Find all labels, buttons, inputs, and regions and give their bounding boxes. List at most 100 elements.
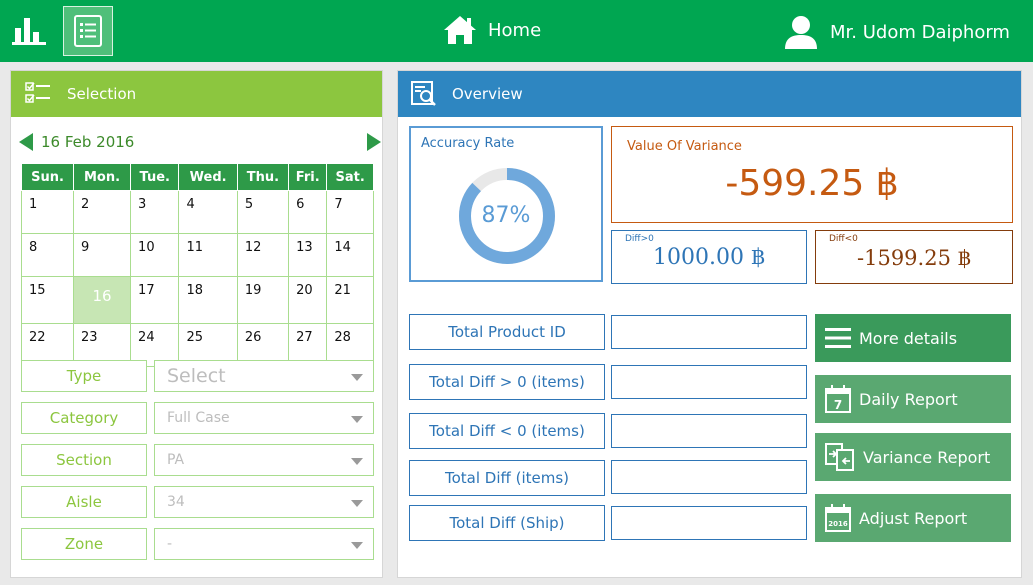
total-diff-positive-label: Total Diff > 0 (items) <box>409 364 605 400</box>
total-diff-items-label: Total Diff (items) <box>409 460 605 496</box>
calendar-day[interactable]: 1 <box>20 190 75 234</box>
variance-report-label: Variance Report <box>863 447 991 467</box>
calendar-day[interactable]: 6 <box>288 190 328 234</box>
diff-positive-value: 1000.00 ฿ <box>653 245 765 270</box>
filter-row-aisle: Aisle 34 <box>21 486 376 518</box>
adjust-report-label: Adjust Report <box>859 508 968 528</box>
menu-icon <box>825 328 851 348</box>
calendar-year-icon-number: 2016 <box>828 520 848 528</box>
user-name: Mr. Udom Daiphorm <box>830 21 1010 43</box>
calendar-day[interactable]: 21 <box>326 276 374 324</box>
weekday-header: Fri. <box>288 163 328 191</box>
transfer-document-icon <box>825 443 854 471</box>
accuracy-rate-card: Accuracy Rate 87% <box>409 126 603 282</box>
section-label: Section <box>21 444 147 476</box>
calendar-day[interactable]: 20 <box>288 276 328 324</box>
calendar-icon-number: 7 <box>834 398 842 412</box>
selection-panel: Selection 16 Feb 2016 Sun. Mon. Tue. Wed. Th… <box>10 70 383 578</box>
accuracy-rate-value: 87% <box>481 203 531 228</box>
chevron-down-icon <box>351 416 363 423</box>
more-details-label: More details <box>859 328 958 348</box>
chevron-down-icon <box>351 500 363 507</box>
total-diff-positive-field <box>611 365 807 399</box>
calendar-day[interactable]: 12 <box>236 233 290 277</box>
aisle-select[interactable]: 34 <box>154 486 374 518</box>
weekday-header: Sun. <box>20 163 75 191</box>
total-product-id-label: Total Product ID <box>409 314 605 350</box>
diff-positive-label: Diff>0 <box>625 234 654 244</box>
type-select[interactable]: Select <box>154 360 374 392</box>
calendar-day[interactable]: 11 <box>178 233 238 277</box>
prev-month-icon[interactable] <box>19 133 33 151</box>
filter-row-category: Category Full Case <box>21 402 376 434</box>
calendar-grid: Sun. Mon. Tue. Wed. Thu. Fri. Sat. 1 2 3 4 5 6 7 8 9 10… <box>20 163 374 367</box>
calendar-day[interactable]: 15 <box>20 276 75 324</box>
chevron-down-icon <box>351 458 363 465</box>
calendar-day[interactable]: 17 <box>130 276 180 324</box>
category-select-value: Full Case <box>167 410 230 426</box>
total-diff-items-field <box>611 460 807 494</box>
more-details-button[interactable]: More details <box>815 314 1011 362</box>
user-menu[interactable]: Mr. Udom Daiphorm <box>784 12 1010 52</box>
calendar-day[interactable]: 8 <box>20 233 75 277</box>
calendar-day[interactable]: 7 <box>326 190 374 234</box>
bar-chart-icon[interactable] <box>8 8 52 52</box>
month-label: 16 Feb 2016 <box>41 133 135 151</box>
calendar-day[interactable]: 19 <box>236 276 290 324</box>
aisle-select-value: 34 <box>167 494 185 510</box>
next-month-icon[interactable] <box>367 133 381 151</box>
calendar-day[interactable]: 10 <box>130 233 180 277</box>
home-link[interactable]: Home <box>442 12 541 48</box>
variance-value: -599.25 ฿ <box>725 163 899 204</box>
daily-report-label: Daily Report <box>859 389 958 409</box>
calendar-week: 8 9 10 11 12 13 14 <box>20 233 374 277</box>
home-label: Home <box>488 19 542 41</box>
daily-report-button[interactable]: 7 Daily Report <box>815 375 1011 423</box>
calendar-day[interactable]: 18 <box>178 276 238 324</box>
value-of-variance-card: Value Of Variance -599.25 ฿ <box>611 126 1013 223</box>
zone-select-value: - <box>167 536 173 552</box>
calendar-day-selected[interactable]: 16 <box>73 276 132 324</box>
calendar-week: 1234567 <box>20 190 374 234</box>
chevron-down-icon <box>351 542 363 549</box>
weekday-header: Thu. <box>236 163 290 191</box>
calendar-week: 15 16 17 18 19 20 21 <box>20 276 374 324</box>
total-diff-negative-label: Total Diff < 0 (items) <box>409 413 605 449</box>
overview-panel: Overview Accuracy Rate 87% Value Of Vari… <box>397 70 1022 578</box>
calendar-icon: 7 <box>825 385 851 413</box>
diff-negative-card: Diff<0 -1599.25 ฿ <box>815 230 1013 284</box>
type-select-value: Select <box>167 365 226 387</box>
total-product-id-field <box>611 315 807 349</box>
calendar-day[interactable]: 5 <box>236 190 290 234</box>
calendar-day[interactable]: 2 <box>73 190 132 234</box>
user-icon <box>785 16 817 49</box>
diff-positive-card: Diff>0 1000.00 ฿ <box>611 230 807 284</box>
overview-header: Overview <box>398 71 1021 117</box>
adjust-report-button[interactable]: 2016 Adjust Report <box>815 494 1011 542</box>
calendar-day[interactable]: 9 <box>73 233 132 277</box>
weekday-header: Tue. <box>130 163 180 191</box>
diff-negative-value: -1599.25 ฿ <box>857 246 971 270</box>
month-navigator: 16 Feb 2016 <box>19 129 381 155</box>
filter-row-section: Section PA <box>21 444 376 476</box>
total-diff-ship-label: Total Diff (Ship) <box>409 505 605 541</box>
variance-report-button[interactable]: Variance Report <box>815 433 1011 481</box>
list-view-icon[interactable] <box>63 6 113 56</box>
selection-header: Selection <box>11 71 382 117</box>
zone-select[interactable]: - <box>154 528 374 560</box>
calendar-day[interactable]: 13 <box>288 233 328 277</box>
category-select[interactable]: Full Case <box>154 402 374 434</box>
weekday-header: Wed. <box>178 163 238 191</box>
variance-label: Value Of Variance <box>627 139 742 154</box>
calendar-day[interactable]: 3 <box>130 190 180 234</box>
filter-row-zone: Zone - <box>21 528 376 560</box>
checklist-icon <box>25 82 50 103</box>
accuracy-rate-label: Accuracy Rate <box>421 136 515 151</box>
aisle-label: Aisle <box>21 486 147 518</box>
section-select[interactable]: PA <box>154 444 374 476</box>
calendar-day[interactable]: 4 <box>178 190 238 234</box>
calendar-day[interactable]: 14 <box>326 233 374 277</box>
section-select-value: PA <box>167 452 185 468</box>
category-label: Category <box>21 402 147 434</box>
type-label: Type <box>21 360 147 392</box>
